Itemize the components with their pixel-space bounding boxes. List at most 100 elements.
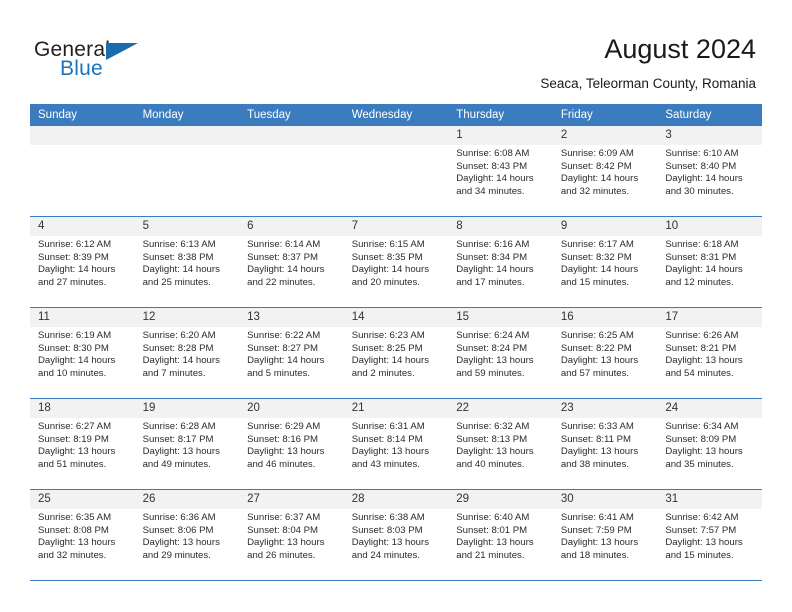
calendar-day-cell-empty [239, 126, 344, 217]
day-detail-sunrise: Sunrise: 6:36 AM [142, 512, 216, 523]
calendar-day-cell-empty [30, 126, 135, 217]
day-detail-sunset: Sunset: 8:39 PM [38, 251, 109, 263]
day-detail-daylight1: Daylight: 14 hours [456, 264, 534, 276]
calendar-day-cell[interactable]: 29 Sunrise: 6:40 AM Sunset: 8:01 PM Dayligh… [448, 489, 553, 581]
day-number: 21 [343, 399, 449, 418]
calendar-day-cell[interactable]: 13 Sunrise: 6:22 AM Sunset: 8:27 PM Dayligh… [239, 307, 344, 399]
day-detail-sunset: Sunset: 8:34 PM [456, 251, 528, 263]
day-detail-sunset: Sunset: 8:03 PM [351, 524, 423, 536]
day-detail-sunrise: Sunrise: 6:27 AM [38, 421, 112, 432]
calendar-day-cell[interactable]: 20 Sunrise: 6:29 AM Sunset: 8:16 PM Dayligh… [239, 398, 344, 490]
calendar-day-cell[interactable]: 16 Sunrise: 6:25 AM Sunset: 8:22 PM Dayligh… [552, 307, 658, 399]
day-detail-sunset: Sunset: 8:38 PM [142, 251, 214, 263]
day-detail-sunrise: Sunrise: 6:08 AM [456, 148, 530, 159]
day-detail-sunrise: Sunrise: 6:23 AM [351, 330, 425, 341]
calendar-day-cell[interactable]: 8 Sunrise: 6:16 AM Sunset: 8:34 PM Daylight… [448, 216, 553, 308]
day-detail-daylight2: and 15 minutes. [665, 549, 734, 561]
day-detail-daylight2: and 26 minutes. [247, 549, 316, 561]
day-detail-daylight2: and 32 minutes. [560, 185, 630, 197]
day-detail-sunrise: Sunrise: 6:20 AM [142, 330, 216, 341]
day-detail: Sunrise: 6:12 AM Sunset: 8:39 PM Daylight:… [30, 236, 135, 289]
day-detail-daylight1: Daylight: 13 hours [142, 446, 220, 458]
day-detail-daylight1: Daylight: 14 hours [560, 264, 639, 276]
calendar-day-cell[interactable]: 25 Sunrise: 6:35 AM Sunset: 8:08 PM Dayligh… [30, 489, 135, 581]
day-detail-sunset: Sunset: 8:30 PM [38, 342, 109, 354]
day-detail-daylight1: Daylight: 13 hours [665, 537, 743, 549]
day-detail: Sunrise: 6:08 AM Sunset: 8:43 PM Daylight:… [448, 145, 553, 198]
day-detail-daylight2: and 15 minutes. [560, 276, 630, 288]
day-detail: Sunrise: 6:34 AM Sunset: 8:09 PM Daylight:… [657, 418, 762, 471]
day-detail-sunset: Sunset: 8:01 PM [456, 524, 528, 536]
day-number: 10 [657, 217, 762, 236]
day-detail-sunrise: Sunrise: 6:15 AM [351, 239, 425, 250]
day-detail-daylight2: and 25 minutes. [142, 276, 211, 288]
day-detail: Sunrise: 6:19 AM Sunset: 8:30 PM Daylight:… [30, 327, 135, 380]
calendar-day-cell[interactable]: 18 Sunrise: 6:27 AM Sunset: 8:19 PM Dayligh… [30, 398, 135, 490]
day-detail-sunrise: Sunrise: 6:25 AM [560, 330, 634, 341]
day-detail-sunrise: Sunrise: 6:37 AM [247, 512, 321, 523]
day-detail: Sunrise: 6:29 AM Sunset: 8:16 PM Daylight:… [239, 418, 344, 471]
day-detail-daylight1: Daylight: 13 hours [38, 537, 116, 549]
day-detail-daylight1: Daylight: 13 hours [560, 355, 639, 367]
day-detail: Sunrise: 6:27 AM Sunset: 8:19 PM Daylight:… [30, 418, 135, 471]
calendar-day-cell[interactable]: 3 Sunrise: 6:10 AM Sunset: 8:40 PM Daylight… [657, 126, 762, 217]
calendar-week-row: 18 Sunrise: 6:27 AM Sunset: 8:19 PM Dayligh… [30, 398, 762, 490]
day-detail-sunrise: Sunrise: 6:33 AM [560, 421, 634, 432]
day-detail-daylight1: Daylight: 14 hours [665, 264, 743, 276]
page-title: August 2024 [604, 34, 756, 64]
day-detail-sunrise: Sunrise: 6:42 AM [665, 512, 739, 523]
day-detail-sunset: Sunset: 8:21 PM [665, 342, 737, 354]
location-subtitle: Seaca, Teleorman County, Romania [540, 76, 756, 91]
calendar-day-cell[interactable]: 27 Sunrise: 6:37 AM Sunset: 8:04 PM Dayligh… [239, 489, 344, 581]
day-number: 22 [448, 399, 553, 418]
day-detail-daylight2: and 7 minutes. [142, 367, 206, 379]
calendar-day-cell[interactable]: 6 Sunrise: 6:14 AM Sunset: 8:37 PM Daylight… [239, 216, 344, 308]
day-number: 28 [343, 490, 449, 509]
day-detail-sunrise: Sunrise: 6:40 AM [456, 512, 530, 523]
day-number [30, 126, 135, 145]
day-detail-sunset: Sunset: 8:09 PM [665, 433, 737, 445]
day-detail-sunset: Sunset: 8:42 PM [560, 160, 632, 172]
day-detail-daylight2: and 21 minutes. [456, 549, 525, 561]
calendar-day-cell-empty [134, 126, 240, 217]
calendar-day-cell[interactable]: 11 Sunrise: 6:19 AM Sunset: 8:30 PM Dayligh… [30, 307, 135, 399]
general-blue-logo: General Blue [34, 38, 234, 86]
day-number: 25 [30, 490, 135, 509]
calendar-day-cell[interactable]: 26 Sunrise: 6:36 AM Sunset: 8:06 PM Dayligh… [134, 489, 240, 581]
day-detail-daylight2: and 57 minutes. [560, 367, 630, 379]
day-detail-sunset: Sunset: 7:59 PM [560, 524, 632, 536]
calendar-week-row: 11 Sunrise: 6:19 AM Sunset: 8:30 PM Dayligh… [30, 307, 762, 399]
day-detail-daylight1: Daylight: 13 hours [665, 446, 743, 458]
calendar-day-cell[interactable]: 14 Sunrise: 6:23 AM Sunset: 8:25 PM Dayligh… [343, 307, 449, 399]
calendar-day-cell[interactable]: 30 Sunrise: 6:41 AM Sunset: 7:59 PM Dayligh… [552, 489, 658, 581]
calendar-day-cell[interactable]: 9 Sunrise: 6:17 AM Sunset: 8:32 PM Daylight… [552, 216, 658, 308]
calendar-day-cell[interactable]: 5 Sunrise: 6:13 AM Sunset: 8:38 PM Daylight… [134, 216, 240, 308]
calendar-day-cell[interactable]: 2 Sunrise: 6:09 AM Sunset: 8:42 PM Daylight… [552, 126, 658, 217]
day-detail-sunrise: Sunrise: 6:28 AM [142, 421, 216, 432]
day-detail-daylight2: and 12 minutes. [665, 276, 734, 288]
calendar-day-cell[interactable]: 7 Sunrise: 6:15 AM Sunset: 8:35 PM Daylight… [343, 216, 449, 308]
weekday-header-wednesday: Wednesday [343, 104, 449, 126]
calendar-day-cell[interactable]: 31 Sunrise: 6:42 AM Sunset: 7:57 PM Dayligh… [657, 489, 762, 581]
calendar-day-cell[interactable]: 28 Sunrise: 6:38 AM Sunset: 8:03 PM Dayligh… [343, 489, 449, 581]
calendar-day-cell[interactable]: 1 Sunrise: 6:08 AM Sunset: 8:43 PM Daylight… [448, 126, 553, 217]
calendar-day-cell[interactable]: 22 Sunrise: 6:32 AM Sunset: 8:13 PM Dayligh… [448, 398, 553, 490]
calendar-day-cell[interactable]: 23 Sunrise: 6:33 AM Sunset: 8:11 PM Dayligh… [552, 398, 658, 490]
day-detail-daylight2: and 5 minutes. [247, 367, 311, 379]
day-detail-daylight2: and 35 minutes. [665, 458, 734, 470]
calendar-day-cell[interactable]: 4 Sunrise: 6:12 AM Sunset: 8:39 PM Daylight… [30, 216, 135, 308]
day-detail-daylight2: and 59 minutes. [456, 367, 525, 379]
calendar-week-row: 4 Sunrise: 6:12 AM Sunset: 8:39 PM Daylight… [30, 216, 762, 308]
title-block: August 2024 Seaca, Teleorman County, Rom… [540, 32, 756, 94]
day-detail-sunrise: Sunrise: 6:29 AM [247, 421, 321, 432]
calendar-day-cell[interactable]: 15 Sunrise: 6:24 AM Sunset: 8:24 PM Dayligh… [448, 307, 553, 399]
calendar-day-cell[interactable]: 10 Sunrise: 6:18 AM Sunset: 8:31 PM Dayligh… [657, 216, 762, 308]
day-detail-sunset: Sunset: 8:31 PM [665, 251, 737, 263]
calendar-day-cell[interactable]: 21 Sunrise: 6:31 AM Sunset: 8:14 PM Dayligh… [343, 398, 449, 490]
calendar-day-cell[interactable]: 24 Sunrise: 6:34 AM Sunset: 8:09 PM Dayligh… [657, 398, 762, 490]
calendar-day-cell[interactable]: 17 Sunrise: 6:26 AM Sunset: 8:21 PM Dayligh… [657, 307, 762, 399]
calendar-day-cell[interactable]: 19 Sunrise: 6:28 AM Sunset: 8:17 PM Dayligh… [134, 398, 240, 490]
calendar-day-cell[interactable]: 12 Sunrise: 6:20 AM Sunset: 8:28 PM Dayligh… [134, 307, 240, 399]
day-detail-sunset: Sunset: 8:22 PM [560, 342, 632, 354]
weekday-header-tuesday: Tuesday [239, 104, 344, 126]
